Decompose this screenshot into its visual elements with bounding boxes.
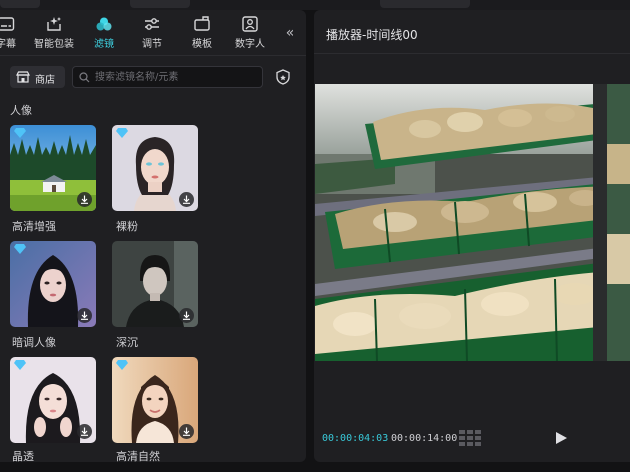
tab-smart-packaging[interactable]: 智能包装 (30, 16, 78, 54)
video-preview[interactable] (315, 84, 630, 361)
tab-adjust[interactable]: 调节 (128, 16, 176, 54)
download-icon (81, 195, 88, 204)
subtitle-icon (0, 17, 15, 31)
premium-gem-icon (116, 128, 128, 138)
filter-card-label: 暗调人像 (12, 336, 56, 349)
tab-template[interactable]: 模板 (178, 16, 226, 54)
filter-card-nude-pink[interactable] (112, 125, 198, 211)
download-icon (183, 427, 190, 436)
tab-label: 滤镜 (94, 39, 114, 50)
store-icon (16, 71, 30, 83)
download-button[interactable] (179, 192, 194, 207)
favorites-shield-icon[interactable] (274, 68, 292, 86)
search-icon (79, 72, 90, 83)
filter-card-hd-enhance[interactable] (10, 125, 96, 211)
filter-card-label: 晶透 (12, 450, 34, 462)
current-time: 00:00:04:03 (322, 433, 389, 444)
premium-gem-icon (14, 244, 26, 254)
tab-label: 智能包装 (34, 39, 74, 50)
download-icon (183, 195, 190, 204)
filter-card-label: 裸粉 (116, 220, 138, 233)
total-time: 00:00:14:00 (391, 433, 458, 444)
sparkle-box-icon (47, 17, 61, 31)
filter-card-dark-portrait[interactable] (10, 241, 96, 327)
template-icon (194, 16, 210, 31)
premium-gem-icon (116, 360, 128, 370)
filter-card-crystal-clear[interactable] (10, 357, 96, 443)
filter-card-label: 高清自然 (116, 450, 160, 462)
download-button[interactable] (77, 424, 92, 439)
download-icon (183, 311, 190, 320)
filter-card-label: 高清增强 (12, 220, 56, 233)
download-button[interactable] (179, 424, 194, 439)
tab-label: 模板 (192, 39, 212, 50)
download-button[interactable] (77, 308, 92, 323)
premium-gem-icon (14, 360, 26, 370)
tab-label: 字幕 (0, 39, 16, 50)
store-button[interactable]: 商店 (10, 66, 65, 88)
collapse-panel-button[interactable]: « (280, 24, 300, 42)
window-top-strip (0, 0, 630, 10)
filter-card-deep[interactable] (112, 241, 198, 327)
play-icon[interactable] (554, 431, 568, 445)
filter-card-hd-natural[interactable] (112, 357, 198, 443)
tab-label: 数字人 (235, 39, 265, 50)
search-input[interactable] (95, 69, 255, 85)
download-button[interactable] (77, 192, 92, 207)
tab-subtitle[interactable]: 字幕 (0, 16, 30, 54)
premium-gem-icon (14, 128, 26, 138)
player-title: 播放器-时间线00 (326, 28, 418, 42)
tab-filter[interactable]: 滤镜 (80, 16, 128, 54)
effects-panel: 字幕 智能包装 滤镜 调节 模板 数字人 « 商店 人像 (0, 10, 306, 462)
download-icon (81, 311, 88, 320)
top-strip-segment (130, 0, 190, 8)
adjust-sliders-icon (145, 18, 159, 30)
store-label: 商店 (35, 75, 55, 86)
top-strip-segment (0, 0, 40, 8)
effects-toolbar: 字幕 智能包装 滤镜 调节 模板 数字人 « (0, 10, 306, 56)
filter-card-label: 深沉 (116, 336, 138, 349)
section-title-portrait: 人像 (10, 104, 32, 117)
digital-human-icon (242, 16, 258, 32)
divider (314, 53, 630, 54)
video-frame (315, 84, 630, 361)
download-icon (81, 427, 88, 436)
top-strip-segment (380, 0, 470, 8)
timeline-grid-icon[interactable] (459, 430, 481, 446)
player-panel: 播放器-时间线00 00:00:04:03 00:00:14:00 (314, 10, 630, 462)
tab-digital-human[interactable]: 数字人 (226, 16, 274, 54)
tab-label: 调节 (142, 39, 162, 50)
filter-search-box[interactable] (72, 66, 263, 88)
download-button[interactable] (179, 308, 194, 323)
filter-icon (96, 17, 112, 31)
